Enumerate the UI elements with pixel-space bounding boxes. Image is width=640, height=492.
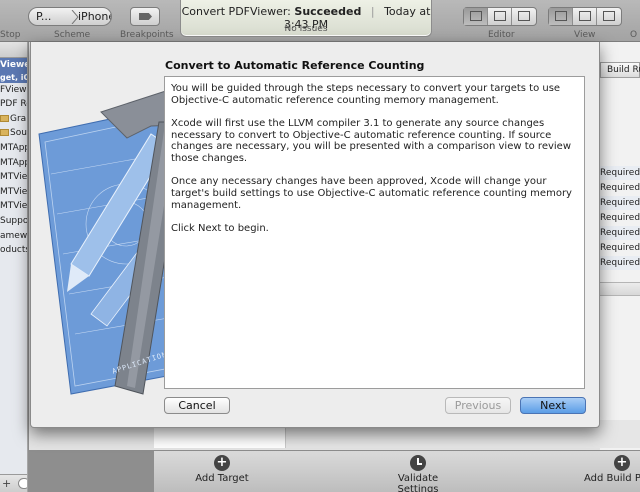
add-target-button[interactable]: + Add Target <box>190 455 254 484</box>
assistant-editor-icon <box>494 11 506 21</box>
breakpoint-icon <box>139 13 152 20</box>
navigator-item-label: oducts <box>0 245 28 256</box>
navigator-item-label: MTApp <box>0 157 28 168</box>
version-editor-button[interactable] <box>512 8 536 25</box>
standard-editor-button[interactable] <box>464 8 488 25</box>
navigator-item-label: MTView <box>0 186 28 197</box>
issues-count: No Issues <box>284 24 328 34</box>
message-paragraph: Xcode will first use the LLVM compiler 3… <box>171 117 571 165</box>
navigator-item[interactable]: Viewer <box>0 58 27 73</box>
folder-icon <box>0 129 9 137</box>
navigator-item[interactable]: PDF Rea <box>0 97 27 112</box>
utilities-panel-icon <box>603 11 615 21</box>
navigator-item-label: FViewer <box>0 84 27 95</box>
build-rule-row: Required <box>600 196 640 210</box>
navigator-item-label: Viewer <box>0 60 27 70</box>
debug-toggle-button[interactable] <box>573 8 597 25</box>
navigator-item-label: amewor <box>0 230 28 241</box>
clock-icon <box>410 455 426 471</box>
panel-section-bar <box>600 282 640 296</box>
navigator-item[interactable]: MTApp <box>0 156 27 171</box>
filter-field[interactable] <box>18 478 27 489</box>
navigator-item[interactable]: MTView <box>0 199 27 214</box>
navigator-item[interactable]: MTView <box>0 170 27 185</box>
build-rule-row: Required <box>600 213 640 223</box>
message-paragraph: You will be guided through the steps nec… <box>171 83 561 106</box>
navigator-tabs[interactable] <box>0 42 27 58</box>
navigator-item-label: MTApp <box>0 142 28 153</box>
debug-panel-icon <box>579 11 591 21</box>
convert-arc-sheet: APPLICATION Convert to Automatic Referen… <box>30 42 600 428</box>
build-phases-panel: Build Ru Required Required Required Require… <box>600 42 640 450</box>
navigator-list: Viewer get, iOS FViewer PDF Rea Grap Sour MTAp… <box>0 58 27 258</box>
dialog-message-box: You will be guided through the steps nec… <box>164 76 585 389</box>
scheme-target: P... <box>36 10 52 23</box>
cancel-button[interactable]: Cancel <box>164 397 230 414</box>
navigator-filter-bar: + <box>0 474 27 492</box>
build-rule-row: Required <box>600 166 640 180</box>
activity-status: Succeeded <box>294 5 362 18</box>
navigator-item-label: get, iOS <box>0 72 27 82</box>
navigator-item[interactable]: Suppor <box>0 214 27 229</box>
navigator-item[interactable]: amewor <box>0 229 27 244</box>
project-navigator: Viewer get, iOS FViewer PDF Rea Grap Sour MTAp… <box>0 42 28 492</box>
navigator-panel-icon <box>555 11 567 21</box>
activity-viewer: Convert PDFViewer: Succeeded | Today at … <box>180 0 432 37</box>
build-rule-row: Required <box>600 183 640 193</box>
navigator-item-label: Suppor <box>0 215 28 226</box>
navigator-item[interactable]: get, iOS <box>0 72 27 83</box>
navigator-item-label: Grap <box>10 113 27 124</box>
view-label: View <box>574 30 596 40</box>
view-control <box>548 7 622 26</box>
next-button[interactable]: Next <box>520 397 586 414</box>
breakpoints-label: Breakpoints <box>120 30 174 40</box>
editor-mode-control <box>463 7 537 26</box>
plus-circle-icon: + <box>214 455 230 471</box>
version-editor-icon <box>518 11 530 21</box>
build-rule-row: Required <box>600 243 640 253</box>
build-rule-row: Required <box>600 226 640 240</box>
navigator-item[interactable]: FViewer <box>0 83 27 98</box>
toolbar: Stop P... iPhone... Scheme Breakpoints C… <box>0 0 640 42</box>
plus-icon[interactable]: + <box>2 477 11 490</box>
utilities-toggle-button[interactable] <box>597 8 621 25</box>
assistant-editor-button[interactable] <box>488 8 512 25</box>
validate-settings-button[interactable]: Validate Settings <box>376 455 460 492</box>
dialog-title: Convert to Automatic Reference Counting <box>165 59 425 72</box>
folder-icon <box>0 114 9 122</box>
scheme-device: iPhone... <box>78 10 111 23</box>
organizer-label: O <box>630 30 638 40</box>
breakpoints-button[interactable] <box>130 7 160 26</box>
build-rule-row: Required <box>600 256 640 270</box>
scheme-label: Scheme <box>54 30 91 40</box>
editor-label: Editor <box>488 30 515 40</box>
standard-editor-icon <box>470 11 482 21</box>
previous-button[interactable]: Previous <box>445 397 511 414</box>
message-paragraph: Click Next to begin. <box>171 222 269 234</box>
navigator-item[interactable]: Grap <box>0 112 27 127</box>
editor-bottom-bar: + Add Target Validate Settings + Add Bui… <box>154 450 640 492</box>
scheme-selector[interactable]: P... iPhone... <box>28 7 112 26</box>
plus-circle-icon: + <box>614 455 630 471</box>
stop-label: Stop <box>0 30 21 40</box>
navigator-item[interactable]: MTApp <box>0 141 27 156</box>
navigator-item-label: PDF Rea <box>0 99 27 110</box>
navigator-item[interactable]: Sour <box>0 126 27 141</box>
navigator-item-label: MTView <box>0 201 28 212</box>
navigator-toggle-button[interactable] <box>549 8 573 25</box>
activity-action: Convert PDFViewer: <box>181 5 291 18</box>
navigator-item-label: MTView <box>0 172 28 183</box>
navigator-item-label: Sour <box>10 128 27 139</box>
message-paragraph: Once any necessary changes have been app… <box>171 176 572 211</box>
navigator-item[interactable]: MTView <box>0 185 27 200</box>
tab-build-rules[interactable]: Build Ru <box>600 62 640 78</box>
add-build-phase-button[interactable]: + Add Build Ph <box>584 455 640 484</box>
navigator-item[interactable]: oducts <box>0 243 27 258</box>
